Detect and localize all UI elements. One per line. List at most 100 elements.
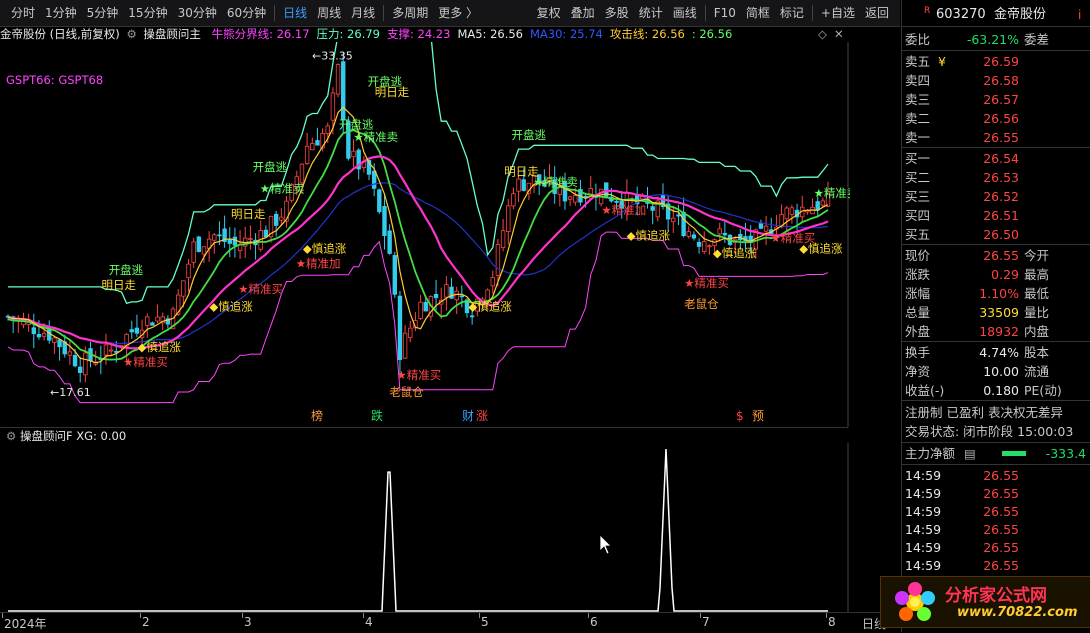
candle-body [691,234,697,239]
order-row[interactable]: 卖四 26.58 [902,71,1090,90]
tick-row: 14:59 26.55 [902,484,1090,503]
info-icon[interactable]: i [1078,4,1081,26]
candle-body [217,234,222,237]
order-price: 26.57 [983,92,1019,107]
event-marker[interactable]: 榜 [311,408,323,423]
toolbar-button[interactable]: +自选 [816,0,860,26]
event-marker[interactable]: 跌 [371,408,383,423]
signal-label: 开盘逃 [253,160,288,174]
main-flow-row[interactable]: 主力净额 ▤ -333.4 [902,444,1090,463]
period-tab[interactable]: 多周期 [387,0,433,26]
settings-icon[interactable]: ⚙ [6,429,16,443]
stat-row: 收益(-) 0.180 PE(动) [902,381,1090,400]
tick-price: 26.55 [983,504,1019,519]
toolbar-button[interactable]: 简框 [741,0,775,26]
candle-body [351,150,356,158]
event-marker[interactable]: 涨 [476,408,488,423]
candle-body [763,225,769,232]
tick-price: 26.55 [983,468,1019,483]
candle-body [145,316,150,326]
toolbar-button[interactable]: 画线 [668,0,702,26]
tick-time: 14:59 [905,558,942,573]
order-row[interactable]: 买四 26.51 [902,206,1090,225]
period-tab[interactable]: 分时 [6,0,40,26]
indicator-value: MA30: 25.74 [530,27,603,41]
toolbar-button[interactable]: 多股 [600,0,634,26]
toolbar-button[interactable]: 复权 [532,0,566,26]
tick-price: 26.55 [983,486,1019,501]
candle-body [330,92,336,121]
sub-indicator-title[interactable]: 操盘顾问F XG: 0.00 [20,429,126,443]
period-tab[interactable]: 周线 [312,0,346,26]
settings-icon[interactable]: ⚙ [126,27,136,41]
toolbar-button[interactable]: 叠加 [566,0,600,26]
close-icon[interactable]: ✕ [834,26,844,42]
order-price: 26.58 [983,73,1019,88]
indicator-value: MA5: 26.56 [457,27,523,41]
event-marker[interactable]: $ [736,409,744,423]
order-row[interactable]: 买二 26.53 [902,168,1090,187]
signal-label: 明日走 [102,278,137,292]
candle-body [408,327,413,338]
list-icon[interactable]: ▤ [964,444,976,463]
order-price: 26.52 [983,189,1019,204]
stat-label-2: 最高 [1024,267,1050,282]
period-tab[interactable]: 30分钟 [173,0,222,26]
stat-label-2: 最低 [1024,286,1050,301]
toolbar-button[interactable]: 返回 [860,0,894,26]
period-tab[interactable]: 更多 〉 [433,0,483,26]
stat-row: 涨幅 1.10% 最低 [902,284,1090,303]
candle-body [67,351,73,356]
candle-body [511,193,516,207]
kline-chart[interactable]: 32.0030.0028.0026.0024.0022.0020.0018.00… [0,42,850,427]
order-row[interactable]: 买一 26.54 [902,149,1090,168]
stock-name: 金帝股份 [994,7,1047,22]
toolbar-button[interactable]: 标记 [775,0,809,26]
toolbar-button[interactable]: F10 [709,0,741,26]
candle-body [402,332,408,359]
event-marker[interactable]: 预 [752,409,764,423]
signal-label: ★精准卖 [814,186,850,200]
period-tab[interactable]: 1分钟 [40,0,82,26]
period-tab[interactable]: 5分钟 [82,0,124,26]
stat-value: 0.180 [983,383,1019,398]
order-row[interactable]: 卖二 26.56 [902,109,1090,128]
candle-body [155,316,160,322]
sub-indicator-chart[interactable]: 1.000.800.600.400.20 [0,443,850,613]
period-tab[interactable]: 日线 [278,0,312,26]
candle-body [299,163,305,184]
event-marker[interactable]: 财 [462,409,474,423]
order-row[interactable]: 卖一 26.55 [902,128,1090,147]
period-tab[interactable]: 60分钟 [222,0,271,26]
date-label: 4 [365,615,373,629]
tick-price: 26.55 [983,540,1019,555]
main-flow-label: 主力净额 [905,446,956,461]
stat-row: 总量 33509 量比 [902,303,1090,322]
candle-body [423,301,428,312]
order-price: 26.56 [983,111,1019,126]
candle-body [150,322,155,326]
stock-tags: 注册制 已盈利 表决权无差异 [902,403,1090,422]
diamond-icon[interactable]: ◇ [818,26,827,42]
candle-body [129,329,134,333]
period-tab[interactable]: 15分钟 [123,0,172,26]
candle-body [758,223,764,229]
candle-body [696,241,702,247]
watermark-title: 分析家公式网 [945,586,1047,606]
candle-body [506,205,511,232]
order-row[interactable]: 卖五 ¥ 26.59 [902,52,1090,71]
order-row[interactable]: 买三 26.52 [902,187,1090,206]
signal-label: ★精准买 [684,276,729,290]
candle-body [341,61,346,120]
candle-body [397,295,403,361]
tick-row: 14:59 26.55 [902,538,1090,557]
stat-label: 现价 [905,248,931,263]
order-row[interactable]: 买五 26.50 [902,225,1090,244]
function-buttons: 复权 叠加 多股 统计 画线 F10 简框 标记 +自选 返回 [532,0,894,26]
order-row[interactable]: 卖三 26.57 [902,90,1090,109]
weibi-value: -63.21% [966,32,1019,47]
formula-name[interactable]: 操盘顾问主 [143,27,201,41]
tick-time: 14:59 [905,486,942,501]
period-tab[interactable]: 月线 [346,0,380,26]
toolbar-button[interactable]: 统计 [634,0,668,26]
